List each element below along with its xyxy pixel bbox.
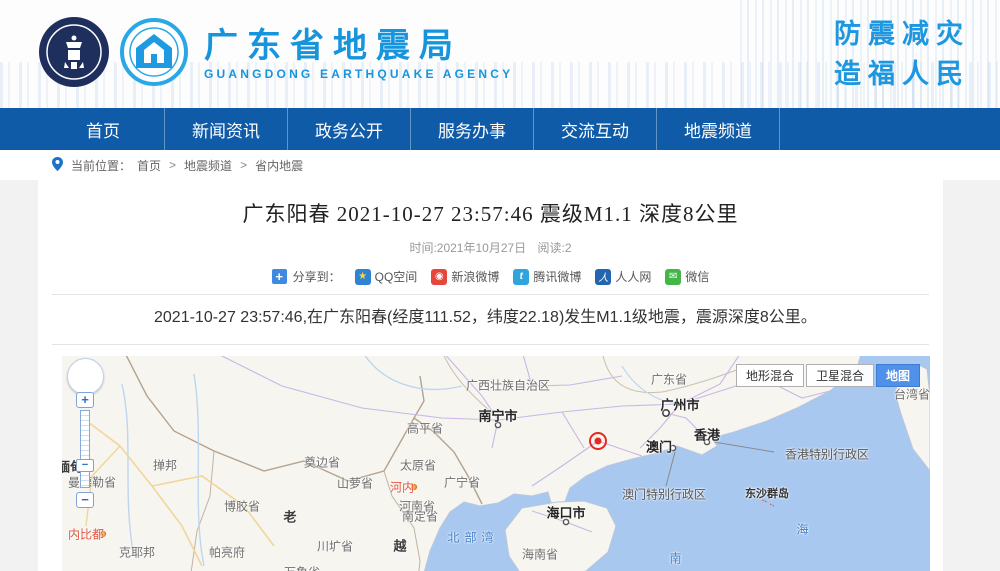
share-plus-icon[interactable]: +: [272, 269, 287, 284]
share-sina-weibo-button[interactable]: ◉ 新浪微博: [431, 268, 499, 285]
share-bar: + 分享到： ★ QQ空间 ◉ 新浪微博 t 腾讯微博 人 人人网 ✉ 微信: [38, 268, 943, 285]
nav-item-services[interactable]: 服务办事: [411, 108, 534, 150]
share-tencent-weibo-label: 腾讯微博: [533, 268, 581, 285]
site-header: 广东省地震局 GUANGDONG EARTHQUAKE AGENCY 防震减灾 …: [0, 0, 1000, 108]
page-background: 广东阳春 2021-10-27 23:57:46 震级M1.1 深度8公里 时间…: [0, 180, 1000, 571]
breadcrumb-separator: >: [240, 158, 247, 172]
nav-item-interaction[interactable]: 交流互动: [534, 108, 657, 150]
map-type-switcher: 地形混合 卫星混合 地图: [736, 364, 920, 387]
qzone-icon: ★: [355, 269, 371, 285]
breadcrumb-provincial-earthquake[interactable]: 省内地震: [255, 157, 303, 174]
breadcrumb-separator: >: [169, 158, 176, 172]
breadcrumb: 当前位置： 首页 > 地震频道 > 省内地震: [0, 150, 1000, 180]
article-meta: 时间:2021年10月27日 阅读:2: [38, 239, 943, 256]
share-wechat-label: 微信: [685, 268, 709, 285]
divider: [52, 344, 929, 345]
article-card: 广东阳春 2021-10-27 23:57:46 震级M1.1 深度8公里 时间…: [38, 180, 943, 571]
zoom-in-button[interactable]: +: [76, 392, 94, 408]
breadcrumb-label: 当前位置：: [71, 157, 131, 174]
article-title: 广东阳春 2021-10-27 23:57:46 震级M1.1 深度8公里: [38, 180, 943, 228]
china-earthquake-administration-logo-icon: [38, 16, 110, 93]
agency-name-en: GUANGDONG EARTHQUAKE AGENCY: [204, 67, 513, 81]
share-renren-button[interactable]: 人 人人网: [595, 268, 651, 285]
location-pin-icon: [52, 157, 63, 174]
share-sina-weibo-label: 新浪微博: [451, 268, 499, 285]
share-tencent-weibo-button[interactable]: t 腾讯微博: [513, 268, 581, 285]
pan-up-icon[interactable]: [81, 362, 91, 372]
slogan-line2: 造福人民: [834, 54, 970, 94]
tencent-weibo-icon: t: [513, 269, 529, 285]
slogan-line1: 防震减灾: [834, 14, 970, 54]
article-read-count: 阅读:2: [538, 241, 572, 255]
share-wechat-button[interactable]: ✉ 微信: [665, 268, 709, 285]
share-label: 分享到：: [293, 268, 341, 285]
breadcrumb-earthquake-channel[interactable]: 地震频道: [184, 157, 232, 174]
share-qzone-label: QQ空间: [375, 268, 418, 285]
share-qzone-button[interactable]: ★ QQ空间: [355, 268, 418, 285]
slogan: 防震减灾 造福人民: [834, 14, 970, 94]
epicenter-marker[interactable]: [589, 432, 607, 450]
zoom-slider-track[interactable]: [80, 410, 90, 488]
pan-right-icon[interactable]: [90, 372, 100, 382]
zoom-slider-handle[interactable]: −: [76, 459, 94, 472]
map-pan-compass[interactable]: [67, 358, 104, 395]
pan-left-icon[interactable]: [71, 372, 81, 382]
renren-icon: 人: [595, 269, 611, 285]
breadcrumb-home[interactable]: 首页: [137, 157, 161, 174]
article-time: 时间:2021年10月27日: [409, 241, 526, 255]
map-type-satellite-button[interactable]: 卫星混合: [806, 364, 874, 387]
nav-item-home[interactable]: 首页: [42, 108, 165, 150]
map-base-layer: [62, 356, 930, 571]
wechat-icon: ✉: [665, 269, 681, 285]
divider: [52, 294, 929, 295]
main-nav: 首页 新闻资讯 政务公开 服务办事 交流互动 地震频道: [0, 108, 1000, 150]
pan-down-icon[interactable]: [81, 381, 91, 391]
share-renren-label: 人人网: [615, 268, 651, 285]
map-canvas[interactable]: 广西壮族自治区南宁市广东省广州市香港澳门香港特别行政区澳门特别行政区东沙群岛台湾…: [62, 356, 930, 571]
sina-weibo-icon: ◉: [431, 269, 447, 285]
zoom-out-button[interactable]: −: [76, 492, 94, 508]
nav-item-news[interactable]: 新闻资讯: [165, 108, 288, 150]
brand-block: 广东省地震局 GUANGDONG EARTHQUAKE AGENCY: [204, 27, 513, 81]
map-type-map-button[interactable]: 地图: [876, 364, 920, 387]
agency-name-cn: 广东省地震局: [204, 27, 513, 65]
nav-item-gov-affairs[interactable]: 政务公开: [288, 108, 411, 150]
map-type-terrain-button[interactable]: 地形混合: [736, 364, 804, 387]
nav-item-earthquake-channel[interactable]: 地震频道: [657, 108, 780, 150]
article-body: 2021-10-27 23:57:46,在广东阳春(经度111.52，纬度22.…: [38, 306, 943, 329]
guangdong-earthquake-agency-logo-icon: [120, 18, 188, 91]
